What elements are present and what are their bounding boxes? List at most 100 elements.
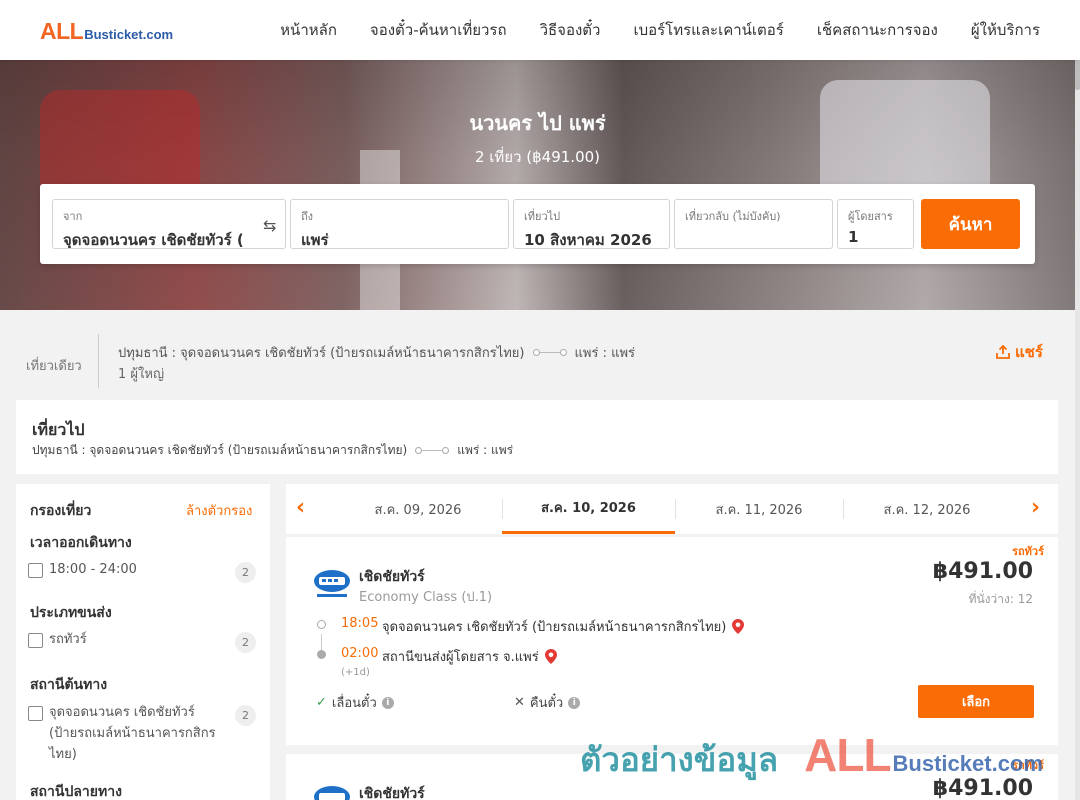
route-connector-icon: [415, 447, 450, 454]
to-field[interactable]: ถึง แพร่: [290, 199, 509, 249]
summary-origin: ปทุมธานี : จุดจอดนวนคร เชิดชัยทัวร์ (ป้า…: [118, 346, 525, 361]
depart-label: เที่ยวไป: [524, 210, 561, 223]
refund-option: ✕ คืนตั๋ว i: [514, 692, 581, 713]
map-pin-icon[interactable]: [544, 649, 557, 664]
info-icon[interactable]: i: [381, 696, 394, 709]
nav-booking[interactable]: จองตั๋ว-ค้นหาเที่ยวรถ: [370, 18, 507, 42]
filter-option-time[interactable]: 18:00 - 24:00 2: [28, 562, 258, 583]
share-icon: [996, 344, 1010, 359]
nav-check-status[interactable]: เช็คสถานะการจอง: [817, 18, 938, 42]
depart-date-field[interactable]: เที่ยวไป 10 สิงหาคม 2026: [513, 199, 670, 249]
depart-stop: จุดจอดนวนคร เชิดชัยทัวร์ (ป้ายรถเมล์หน้า…: [382, 616, 745, 637]
arrive-stop: สถานีขนส่งผู้โดยสาร จ.แพร่: [382, 646, 557, 667]
return-date-field[interactable]: เที่ยวกลับ (ไม่บังคับ): [674, 199, 833, 249]
pax-label: ผู้โดยสาร: [848, 210, 893, 223]
logo-rest-text: Busticket.com: [84, 27, 174, 42]
to-label: ถึง: [301, 210, 314, 223]
operator-name: เชิดชัยทัวร์: [359, 786, 425, 800]
filter-count-badge: 2: [235, 705, 256, 726]
filter-count-badge: 2: [235, 562, 256, 583]
outbound-title: เที่ยวไป: [32, 420, 85, 439]
depart-value: 10 สิงหาคม 2026: [524, 231, 652, 249]
next-day-indicator: (+1d): [341, 667, 370, 678]
return-label: เที่ยวกลับ (ไม่บังคับ): [685, 210, 781, 223]
hero-subtitle: 2 เที่ยว (฿491.00): [474, 148, 601, 166]
summary-route: ปทุมธานี : จุดจอดนวนคร เชิดชัยทัวร์ (ป้า…: [118, 342, 635, 363]
outbound-route: ปทุมธานี : จุดจอดนวนคร เชิดชัยทัวร์ (ป้า…: [32, 441, 513, 460]
chevron-left-icon[interactable]: ‹: [296, 495, 305, 520]
hero-title: นวนคร ไป แพร่: [469, 111, 606, 135]
reschedule-label: เลื่อนตั๋ว: [331, 696, 377, 711]
date-tab-prev[interactable]: ส.ค. 09, 2026: [334, 484, 502, 534]
from-field[interactable]: จาก จุดจอดนวนคร เชิดชัยทัวร์ (: [52, 199, 286, 249]
arrive-stop-label: สถานีขนส่งผู้โดยสาร จ.แพร่: [382, 650, 539, 665]
ticket-price: ฿491.00: [932, 559, 1033, 584]
checkbox[interactable]: [28, 633, 43, 648]
checkbox[interactable]: [28, 563, 43, 578]
pax-value: 1: [848, 228, 859, 246]
filter-section-transport-type: ประเภทขนส่ง: [30, 605, 112, 621]
outbound-destination: แพร่ : แพร่: [457, 443, 514, 457]
trip-card: รถทัวร์ เชิดชัยทัวร์ Economy Class (ป.1)…: [286, 537, 1058, 745]
ticket-price: ฿491.00: [932, 776, 1033, 800]
site-logo[interactable]: ALL Busticket.com: [40, 18, 173, 45]
page-scrollbar[interactable]: [1075, 0, 1080, 800]
trip-summary: เที่ยวเดียว ปทุมธานี : จุดจอดนวนคร เชิดช…: [0, 310, 1075, 400]
select-trip-button[interactable]: เลือก: [918, 685, 1034, 718]
transport-tag: รถทัวร์: [1012, 759, 1044, 772]
operator-logo-icon: [314, 570, 350, 597]
checkbox[interactable]: [28, 706, 43, 721]
main-nav: หน้าหลัก จองตั๋ว-ค้นหาเที่ยวรถ วิธีจองตั…: [280, 0, 1040, 60]
filter-count-badge: 2: [235, 632, 256, 653]
route-connector-icon: [532, 349, 567, 356]
seat-class: Economy Class (ป.1): [359, 590, 493, 605]
date-tab-next-2[interactable]: ส.ค. 12, 2026: [843, 484, 1011, 534]
reschedule-option: ✓ เลื่อนตั๋ว i: [316, 692, 394, 713]
search-button[interactable]: ค้นหา: [921, 199, 1020, 249]
filter-option-label: รถทัวร์: [49, 632, 87, 647]
trip-card: รถทัวร์ เชิดชัยทัวร์ ฿491.00: [286, 754, 1058, 800]
nav-how-to[interactable]: วิธีจองตั๋ว: [540, 18, 601, 42]
filter-section-destination-station: สถานีปลายทาง: [30, 784, 122, 800]
refund-label: คืนตั๋ว: [529, 696, 564, 711]
trip-type: เที่ยวเดียว: [26, 359, 82, 374]
swap-icon[interactable]: ⇆: [263, 216, 276, 235]
depart-stop-label: จุดจอดนวนคร เชิดชัยทัวร์ (ป้ายรถเมล์หน้า…: [382, 620, 727, 635]
filter-option-origin[interactable]: จุดจอดนวนคร เชิดชัยทัวร์ (ป้ายรถเมล์หน้า…: [28, 705, 258, 765]
outbound-origin: ปทุมธานี : จุดจอดนวนคร เชิดชัยทัวร์ (ป้า…: [32, 443, 408, 457]
top-header: ALL Busticket.com หน้าหลัก จองตั๋ว-ค้นหา…: [0, 0, 1080, 60]
clear-filter-link[interactable]: ล้างตัวกรอง: [186, 500, 252, 521]
logo-all-text: ALL: [40, 18, 84, 44]
filter-section-origin-station: สถานีต้นทาง: [30, 677, 108, 693]
transport-tag: รถทัวร์: [1012, 545, 1044, 558]
check-icon: ✓: [316, 695, 327, 710]
filter-option-transport[interactable]: รถทัวร์ 2: [28, 632, 258, 653]
nav-contacts[interactable]: เบอร์โทรและเคาน์เตอร์: [633, 18, 783, 42]
passenger-field[interactable]: ผู้โดยสาร 1: [837, 199, 914, 249]
date-tab-next[interactable]: ส.ค. 11, 2026: [675, 484, 843, 534]
to-value: แพร่: [301, 231, 329, 249]
date-tabs: ‹ ส.ค. 09, 2026 ส.ค. 10, 2026 ส.ค. 11, 2…: [286, 484, 1058, 534]
route-start-dot: [317, 620, 326, 629]
from-label: จาก: [63, 210, 83, 223]
nav-operators[interactable]: ผู้ให้บริการ: [971, 18, 1040, 42]
map-pin-icon[interactable]: [732, 619, 745, 634]
from-value: จุดจอดนวนคร เชิดชัยทัวร์ (: [63, 231, 244, 249]
share-label: แชร์: [1015, 343, 1043, 361]
operator-logo-icon: [314, 786, 350, 800]
outbound-header: เที่ยวไป ปทุมธานี : จุดจอดนวนคร เชิดชัยท…: [16, 400, 1058, 474]
chevron-right-icon[interactable]: ›: [1031, 495, 1040, 520]
summary-destination: แพร่ : แพร่: [574, 346, 636, 361]
cross-icon: ✕: [514, 695, 525, 710]
arrive-time: 02:00: [341, 646, 379, 661]
seats-available: ที่นั่งว่าง: 12: [968, 592, 1033, 606]
filter-option-label: 18:00 - 24:00: [49, 562, 137, 577]
share-button[interactable]: แชร์: [995, 340, 1043, 364]
search-panel: จาก จุดจอดนวนคร เชิดชัยทัวร์ ( ⇆ ถึง แพร…: [40, 184, 1035, 264]
nav-home[interactable]: หน้าหลัก: [280, 18, 337, 42]
date-tab-selected[interactable]: ส.ค. 10, 2026: [502, 484, 675, 534]
info-icon[interactable]: i: [568, 696, 581, 709]
filter-sidebar: กรองเที่ยว ล้างตัวกรอง เวลาออกเดินทาง 18…: [16, 484, 270, 800]
depart-time: 18:05: [341, 616, 379, 631]
filter-section-departure-time: เวลาออกเดินทาง: [30, 535, 132, 551]
